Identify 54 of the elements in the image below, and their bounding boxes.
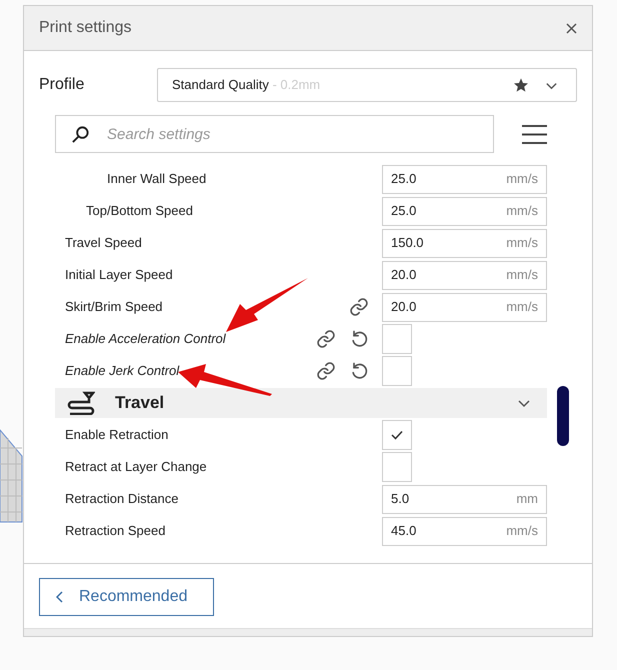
search-field[interactable]: Search settings — [55, 115, 494, 153]
setting-label: Inner Wall Speed — [106, 170, 206, 188]
unit-label: mm/s — [506, 522, 538, 540]
chevron-left-icon — [56, 591, 64, 603]
checkbox[interactable] — [382, 420, 412, 450]
check-icon — [391, 430, 403, 440]
search-icon — [71, 125, 90, 144]
value-field[interactable]: 25.0 mm/s — [382, 196, 547, 226]
category-header[interactable]: Travel — [55, 388, 547, 418]
menu-icon[interactable] — [522, 124, 547, 144]
close-icon[interactable] — [566, 22, 577, 34]
unit-label: mm/s — [506, 202, 538, 220]
field-value: 25.0 — [391, 202, 416, 220]
value-field[interactable]: 45.0 mm/s — [382, 516, 547, 546]
category-title: Travel — [115, 392, 164, 414]
field-value: 20.0 — [391, 266, 416, 284]
value-field[interactable]: 5.0 mm — [382, 484, 547, 514]
value-field[interactable]: 25.0 mm/s — [382, 165, 547, 194]
link-icon[interactable] — [316, 329, 336, 349]
unit-label: mm/s — [506, 234, 538, 252]
setting-label: Retract at Layer Change — [64, 458, 207, 476]
setting-label: Enable Acceleration Control — [64, 330, 226, 348]
field-value: 20.0 — [391, 298, 416, 316]
checkbox[interactable] — [382, 324, 412, 354]
checkbox[interactable] — [382, 356, 412, 386]
link-icon[interactable] — [316, 361, 336, 381]
checkbox[interactable] — [382, 452, 412, 482]
field-value: 150.0 — [391, 234, 424, 252]
star-icon[interactable] — [513, 77, 529, 93]
travel-icon — [67, 391, 95, 415]
scrollbar-thumb[interactable] — [557, 386, 569, 446]
resize-handle[interactable] — [24, 628, 592, 636]
unit-label: mm — [516, 490, 538, 508]
recommended-button[interactable]: Recommended — [39, 578, 214, 616]
setting-label: Enable Retraction — [64, 426, 168, 444]
setting-label: Enable Jerk Control — [64, 362, 180, 380]
setting-label: Initial Layer Speed — [64, 266, 173, 284]
unit-label: mm/s — [506, 170, 538, 188]
window-title: Print settings — [39, 18, 132, 38]
value-field[interactable]: 20.0 mm/s — [382, 292, 547, 322]
setting-label: Retraction Speed — [64, 522, 166, 540]
setting-label: Skirt/Brim Speed — [64, 298, 163, 316]
field-value: 45.0 — [391, 522, 416, 540]
setting-label: Top/Bottom Speed — [85, 202, 193, 220]
field-value: 25.0 — [391, 170, 416, 188]
link-icon[interactable] — [349, 297, 369, 317]
value-field[interactable]: 150.0 mm/s — [382, 228, 547, 258]
value-field[interactable]: 20.0 mm/s — [382, 260, 547, 290]
setting-label: Travel Speed — [64, 234, 142, 252]
field-value: 5.0 — [391, 490, 410, 508]
setting-label: Retraction Distance — [64, 490, 178, 508]
unit-label: mm/s — [506, 298, 538, 316]
unit-label: mm/s — [506, 266, 538, 284]
profile-label: Profile — [39, 75, 86, 95]
